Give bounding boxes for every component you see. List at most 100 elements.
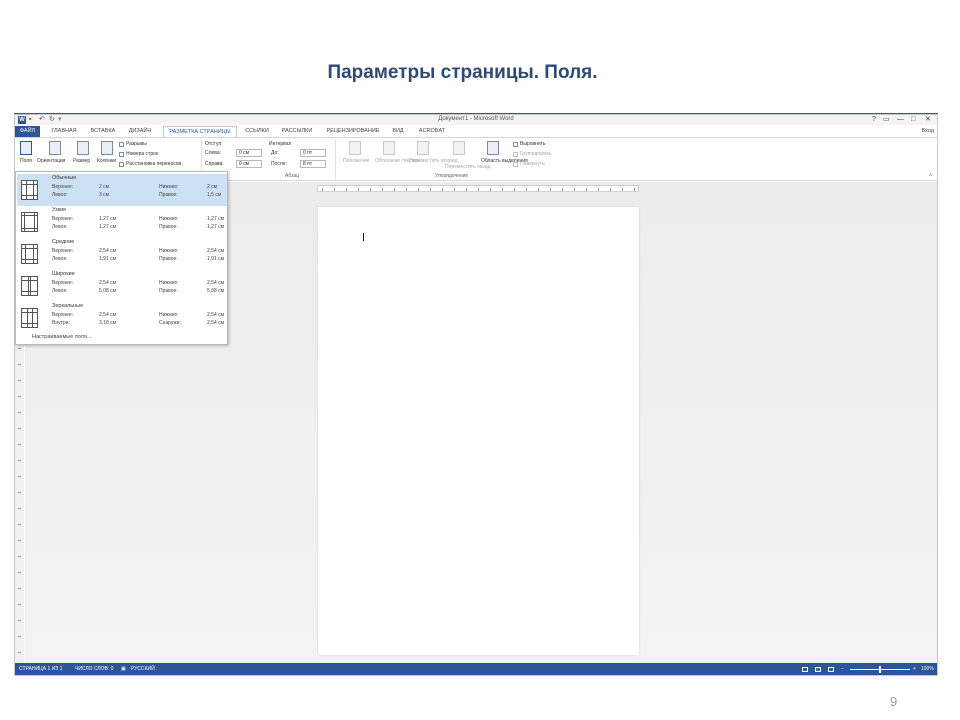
rotate-button[interactable]: Повернуть bbox=[520, 161, 545, 167]
minimize-icon[interactable]: — bbox=[897, 115, 904, 125]
ribbon-tabs: ФАЙЛ ГЛАВНАЯ ВСТАВКА ДИЗАЙН РАЗМЕТКА СТР… bbox=[15, 126, 937, 137]
tab-insert[interactable]: ВСТАВКА bbox=[87, 126, 119, 137]
ruler-tick bbox=[18, 524, 21, 525]
margin-bottom-label: Нижнее: bbox=[159, 216, 179, 222]
zoom-out-icon[interactable]: − bbox=[841, 663, 844, 675]
spacing-after-input[interactable]: 8 пт bbox=[300, 160, 326, 168]
columns-button[interactable]: Колонки bbox=[97, 158, 116, 164]
bring-forward-icon bbox=[417, 141, 429, 155]
ruler-tick bbox=[18, 652, 21, 653]
word-count[interactable]: ЧИСЛО СЛОВ: 0 bbox=[75, 663, 113, 675]
hyphenation-button[interactable]: Расстановка переносов bbox=[126, 161, 181, 167]
tab-file[interactable]: ФАЙЛ bbox=[15, 126, 40, 137]
tab-review[interactable]: РЕЦЕНЗИРОВАНИЕ bbox=[323, 126, 383, 137]
position-button[interactable]: Положение bbox=[343, 158, 369, 164]
margin-right-value: 5,08 см bbox=[207, 288, 225, 294]
horizontal-ruler[interactable] bbox=[317, 185, 639, 192]
proofing-icon[interactable]: ▣ bbox=[121, 663, 126, 675]
indent-left-input[interactable]: 0 см bbox=[236, 149, 262, 157]
close-icon[interactable]: ✕ bbox=[925, 115, 931, 125]
tab-design[interactable]: ДИЗАЙН bbox=[125, 126, 155, 137]
align-button[interactable]: Выровнять bbox=[520, 141, 546, 147]
tab-view[interactable]: ВИД bbox=[389, 126, 407, 137]
zoom-slider-thumb[interactable] bbox=[879, 666, 881, 673]
zoom-in-icon[interactable]: + bbox=[913, 663, 916, 675]
size-icon[interactable] bbox=[77, 141, 89, 155]
tab-page-layout[interactable]: РАЗМЕТКА СТРАНИЦЫ bbox=[163, 126, 237, 137]
ruler-tick bbox=[394, 188, 395, 191]
size-button[interactable]: Размер bbox=[73, 158, 90, 164]
breaks-button[interactable]: Разрывы bbox=[126, 141, 147, 147]
ruler-tick bbox=[466, 188, 467, 191]
margin-preset-item[interactable]: Обычные Верхнее: 2 см Левое: 3 см Нижнее: 2 см… bbox=[17, 174, 227, 206]
custom-margins-button[interactable]: Настраиваемые поля... bbox=[32, 334, 91, 340]
ruler-tick bbox=[334, 188, 335, 191]
line-numbers-button[interactable]: Номера строк bbox=[126, 151, 158, 157]
help-icon[interactable]: ? bbox=[872, 115, 876, 125]
ruler-tick bbox=[358, 188, 359, 191]
margin-top-value: 2,54 см bbox=[99, 280, 117, 286]
maximize-icon[interactable]: □ bbox=[911, 115, 915, 125]
spacing-before-input[interactable]: 0 пт bbox=[300, 149, 326, 157]
language-indicator[interactable]: РУССКИЙ bbox=[131, 663, 155, 675]
ruler-tick bbox=[598, 188, 599, 191]
ruler-tick bbox=[622, 188, 623, 191]
margin-bottom-value: 2,54 см bbox=[207, 248, 225, 254]
print-layout-icon[interactable] bbox=[815, 667, 821, 672]
orientation-button[interactable]: Ориентация bbox=[37, 158, 65, 164]
margin-bottom-value: 2 см bbox=[207, 184, 218, 190]
margin-right-label: Правое: bbox=[159, 288, 178, 294]
margin-left-value: 1,91 см bbox=[99, 256, 117, 262]
ruler-tick bbox=[346, 188, 347, 191]
margin-top-value: 2,54 см bbox=[99, 312, 117, 318]
ruler-tick bbox=[514, 188, 515, 191]
ruler-tick bbox=[454, 188, 455, 191]
ruler-tick bbox=[502, 188, 503, 191]
collapse-ribbon-icon[interactable]: ^ bbox=[929, 174, 932, 180]
margin-preset-item[interactable]: Узкие Верхнее: 1,27 см Левое: 1,27 см Нижнее:… bbox=[17, 206, 227, 238]
margin-preset-item[interactable]: Широкие Верхнее: 2,54 см Левое: 5,08 см Нижне… bbox=[17, 270, 227, 302]
ruler-tick bbox=[18, 492, 21, 493]
tab-references[interactable]: ССЫЛКИ bbox=[243, 126, 271, 137]
tab-home[interactable]: ГЛАВНАЯ bbox=[48, 126, 80, 137]
tab-acrobat[interactable]: ACROBAT bbox=[415, 126, 449, 137]
sign-in-link[interactable]: Вход bbox=[922, 126, 934, 137]
document-page[interactable] bbox=[318, 207, 639, 655]
group-button[interactable]: Группировать bbox=[520, 151, 552, 157]
ruler-tick bbox=[634, 188, 635, 191]
columns-icon[interactable] bbox=[101, 141, 113, 155]
margin-bottom-value: 1,27 см bbox=[207, 216, 225, 222]
margins-button[interactable]: Поля bbox=[20, 158, 32, 164]
ruler-tick bbox=[478, 188, 479, 191]
web-layout-icon[interactable] bbox=[828, 667, 834, 672]
ruler-tick bbox=[610, 188, 611, 191]
slide-number: 9 bbox=[890, 694, 898, 709]
margins-dropdown: Зеркальные Верхнее: 2,54 см Внутри: 3,18 см Н… bbox=[15, 171, 228, 345]
ruler-tick bbox=[18, 604, 21, 605]
page-margins-icon bbox=[21, 180, 38, 200]
zoom-level[interactable]: 100% bbox=[921, 663, 934, 675]
margin-left-label: Левое: bbox=[52, 224, 68, 230]
selection-pane-icon bbox=[487, 141, 499, 155]
ruler-tick bbox=[442, 188, 443, 191]
rotate-icon bbox=[513, 162, 518, 167]
ribbon-display-options-icon[interactable]: ▭ bbox=[883, 115, 890, 125]
margin-preset-name: Обычные bbox=[52, 175, 77, 181]
paragraph-group-label: Абзац bbox=[285, 173, 300, 179]
ruler-tick bbox=[18, 396, 21, 397]
indent-left-label: Слева: bbox=[205, 150, 222, 156]
orientation-icon[interactable] bbox=[49, 141, 61, 155]
margins-icon[interactable] bbox=[20, 141, 32, 155]
word-window: W ▪ ↶ ↻ ▾ Документ1 - Microsoft Word ? ▭… bbox=[14, 114, 938, 676]
tab-mailings[interactable]: РАССЫЛКИ bbox=[279, 126, 315, 137]
read-mode-icon[interactable] bbox=[802, 667, 808, 672]
ruler-tick bbox=[574, 188, 575, 191]
indent-right-input[interactable]: 0 см bbox=[236, 160, 262, 168]
margin-preset-item[interactable]: Средние Верхнее: 2,54 см Левое: 1,91 см Нижне… bbox=[17, 238, 227, 270]
page-count[interactable]: СТРАНИЦА 1 ИЗ 1 bbox=[19, 663, 62, 675]
send-backward-button[interactable]: Переместить назад bbox=[445, 164, 491, 170]
ruler-tick bbox=[18, 620, 21, 621]
margin-left-value: 1,27 см bbox=[99, 224, 117, 230]
margin-preset-item[interactable]: Зеркальные Верхнее: 2,54 см Внутри: 3,18 см Н… bbox=[17, 302, 227, 334]
ruler-tick bbox=[382, 188, 383, 191]
